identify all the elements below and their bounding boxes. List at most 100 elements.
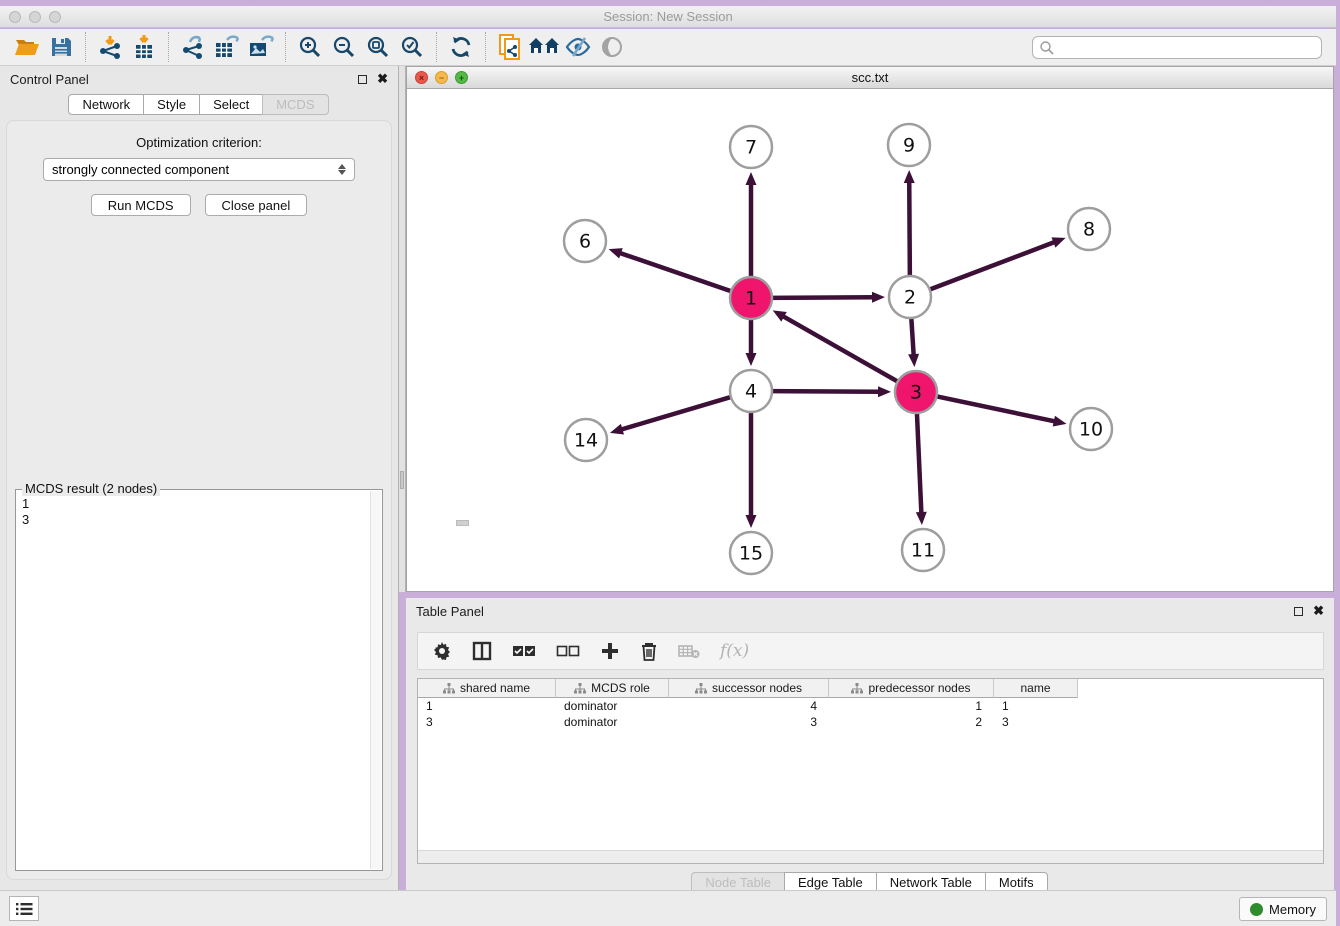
apply-layout-icon[interactable] [444,32,478,62]
table-row[interactable]: 1dominator411 [418,698,1323,714]
run-mcds-button[interactable]: Run MCDS [91,194,191,216]
show-all-icon[interactable] [595,32,629,62]
search-field[interactable] [1032,36,1322,59]
column-tree-icon [574,683,586,694]
add-column-icon[interactable] [600,639,620,663]
cell-shared-name[interactable]: 3 [418,714,556,730]
tab-mcds[interactable]: MCDS [262,94,328,115]
network-graph: 1234678910111415 [407,89,1333,592]
criterion-value: strongly connected component [52,162,229,177]
tab-select[interactable]: Select [199,94,263,115]
open-session-icon[interactable] [10,32,44,62]
column-header-name[interactable]: name [994,679,1078,698]
cell-predecessor-nodes[interactable]: 2 [829,714,994,730]
toolbar-divider [436,32,437,62]
desktop-strip-right [1336,0,1340,926]
column-header-MCDS-role[interactable]: MCDS role [556,679,669,698]
table-panel-title: Table Panel [416,604,1294,619]
network-window-title: scc.txt [407,67,1333,89]
search-input[interactable] [1055,40,1321,55]
svg-text:9: 9 [903,135,915,157]
network-canvas[interactable]: 1234678910111415 [407,89,1333,591]
delete-rows-icon[interactable] [640,639,658,663]
mcds-result-title: MCDS result (2 nodes) [22,481,160,496]
import-network-icon[interactable] [93,32,127,62]
mcds-panel-body: Optimization criterion: strongly connect… [6,120,392,880]
cell-successor-nodes[interactable]: 4 [669,698,829,714]
float-table-panel-icon[interactable] [1294,607,1303,616]
control-panel-tabs: NetworkStyleSelectMCDS [0,94,398,115]
zoom-out-icon[interactable] [327,32,361,62]
svg-text:14: 14 [574,430,598,452]
svg-text:1: 1 [745,288,757,310]
gear-icon[interactable] [432,639,452,663]
column-header-successor-nodes[interactable]: successor nodes [669,679,829,698]
zoom-fit-icon[interactable] [361,32,395,62]
minimize-window-button[interactable] [29,11,41,23]
export-network-icon[interactable] [176,32,210,62]
select-all-checkboxes-icon[interactable] [512,639,536,663]
cell-MCDS-role[interactable]: dominator [556,714,669,730]
export-image-icon[interactable] [244,32,278,62]
control-panel-title: Control Panel [10,72,358,87]
svg-text:6: 6 [579,231,591,253]
close-window-button[interactable] [9,11,21,23]
optimization-criterion-label: Optimization criterion: [7,135,391,150]
cell-shared-name[interactable]: 1 [418,698,556,714]
cell-name[interactable]: 1 [994,698,1078,714]
table-row[interactable]: 3dominator323 [418,714,1323,730]
column-header-predecessor-nodes[interactable]: predecessor nodes [829,679,994,698]
cell-predecessor-nodes[interactable]: 1 [829,698,994,714]
svg-text:7: 7 [745,137,757,159]
import-table-icon[interactable] [127,32,161,62]
column-label: name [1020,681,1050,695]
function-builder-icon: f(x) [720,639,749,663]
task-history-button[interactable] [9,896,39,921]
svg-text:11: 11 [911,540,935,562]
network-table-splitter-grip[interactable] [456,520,469,526]
memory-button[interactable]: Memory [1239,897,1327,921]
close-panel-button[interactable]: Close panel [205,194,308,216]
cell-MCDS-role[interactable]: dominator [556,698,669,714]
column-tree-icon [443,683,455,694]
column-header-shared-name[interactable]: shared name [418,679,556,698]
vertical-splitter[interactable] [399,66,406,592]
close-table-panel-icon[interactable]: ✖ [1313,603,1324,619]
hide-selected-icon[interactable] [561,32,595,62]
network-minimize-button[interactable]: − [435,71,448,84]
network-close-button[interactable]: × [415,71,428,84]
svg-text:4: 4 [745,381,757,403]
first-neighbors-icon[interactable] [527,32,561,62]
mcds-result-list: 1 3 [16,490,382,534]
table-horizontal-scrollbar[interactable] [418,850,1323,863]
deselect-checkboxes-icon[interactable] [556,639,580,663]
zoom-selected-icon[interactable] [395,32,429,62]
cell-name[interactable]: 3 [994,714,1078,730]
float-panel-icon[interactable] [358,75,367,84]
criterion-select[interactable]: strongly connected component [43,158,355,181]
save-session-icon[interactable] [44,32,78,62]
status-bar: Memory [0,890,1336,926]
network-maximize-button[interactable]: + [455,71,468,84]
toolbar-divider [85,32,86,62]
result-scrollbar[interactable] [370,491,381,869]
tab-style[interactable]: Style [143,94,200,115]
svg-text:10: 10 [1079,419,1103,441]
zoom-in-icon[interactable] [293,32,327,62]
duplicate-network-icon[interactable] [493,32,527,62]
split-columns-icon[interactable] [472,639,492,663]
export-table-icon[interactable] [210,32,244,62]
column-label: MCDS role [591,681,650,695]
node-table[interactable]: shared name MCDS role successor nodes prede… [417,678,1324,864]
splitter-grip[interactable] [400,471,404,489]
network-window-titlebar[interactable]: × − + scc.txt [407,67,1333,89]
close-panel-icon[interactable]: ✖ [377,71,388,87]
select-stepper-icon [338,164,346,175]
cell-successor-nodes[interactable]: 3 [669,714,829,730]
tab-network[interactable]: Network [68,94,144,115]
column-label: successor nodes [712,681,802,695]
maximize-window-button[interactable] [49,11,61,23]
list-icon [15,902,33,916]
toolbar-divider [485,32,486,62]
toolbar-divider [168,32,169,62]
